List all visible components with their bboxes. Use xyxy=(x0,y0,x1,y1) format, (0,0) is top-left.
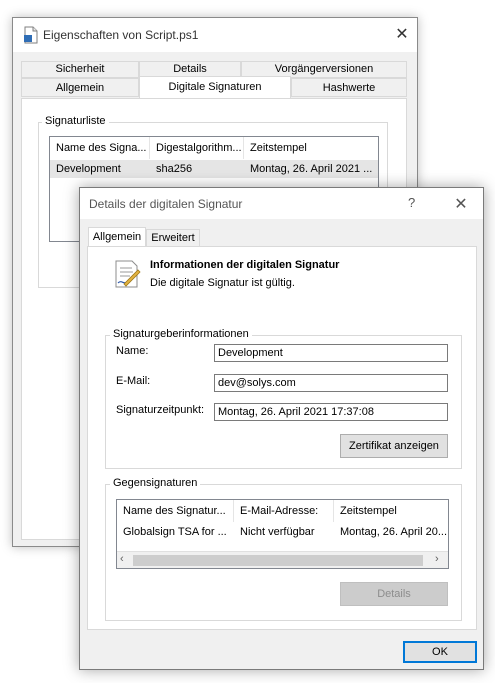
signed-certificate-icon xyxy=(115,260,141,288)
email-label: E-Mail: xyxy=(116,375,151,387)
email-field[interactable]: dev@solys.com xyxy=(214,374,448,392)
signer-info-label: Signaturgeberinformationen xyxy=(110,328,252,340)
details-button[interactable]: Details xyxy=(340,582,448,606)
cell-digest: sha256 xyxy=(156,163,193,175)
tab-label: Hashwerte xyxy=(322,82,376,94)
countersignatures-label: Gegensignaturen xyxy=(110,477,201,489)
info-status: Die digitale Signatur ist gültig. xyxy=(150,277,295,289)
column-header-name[interactable]: Name des Signa... xyxy=(50,137,150,159)
column-header-timestamp[interactable]: Zeitstempel xyxy=(244,137,378,159)
cell-timestamp: Montag, 26. April 2021 ... xyxy=(250,163,373,175)
cell-email: Nicht verfügbar xyxy=(240,526,315,538)
signature-list-label: Signaturliste xyxy=(42,115,109,127)
table-row[interactable]: Development sha256 Montag, 26. April 202… xyxy=(50,160,378,178)
ok-button[interactable]: OK xyxy=(403,641,477,663)
scroll-left-icon[interactable]: ‹ xyxy=(120,553,124,565)
tab-label: Sicherheit xyxy=(55,63,105,75)
column-header-email[interactable]: E-Mail-Adresse: xyxy=(234,500,334,522)
title-bar[interactable]: Eigenschaften von Script.ps1 ✕ xyxy=(13,18,417,52)
window-title: Eigenschaften von Script.ps1 xyxy=(43,28,199,42)
tab-erweitert[interactable]: Erweitert xyxy=(146,229,200,247)
cell-timestamp: Montag, 26. April 20... xyxy=(340,526,448,538)
horizontal-scrollbar[interactable]: ‹ › xyxy=(117,551,448,568)
name-field[interactable]: Development xyxy=(214,344,448,362)
tab-label: Details xyxy=(173,63,207,75)
cell-name: Globalsign TSA for ... xyxy=(123,526,227,538)
tab-panel: Informationen der digitalen Signatur Die… xyxy=(87,246,477,630)
tab-digitale-signaturen[interactable]: Digitale Signaturen xyxy=(139,76,291,99)
table-row[interactable]: Globalsign TSA for ... Nicht verfügbar M… xyxy=(117,523,448,541)
help-icon[interactable]: ? xyxy=(408,195,415,210)
dialog-title: Details der digitalen Signatur xyxy=(89,197,243,211)
document-script-icon xyxy=(24,26,38,44)
name-label: Name: xyxy=(116,345,149,357)
signing-time-field[interactable]: Montag, 26. April 2021 17:37:08 xyxy=(214,403,448,421)
column-header-timestamp[interactable]: Zeitstempel xyxy=(334,500,448,522)
tab-sicherheit[interactable]: Sicherheit xyxy=(21,61,139,78)
tab-hashwerte[interactable]: Hashwerte xyxy=(291,78,407,97)
scroll-thumb[interactable] xyxy=(133,555,423,566)
countersignature-list[interactable]: Name des Signatur... E-Mail-Adresse: Zei… xyxy=(116,499,449,569)
column-header-name[interactable]: Name des Signatur... xyxy=(117,500,234,522)
title-bar[interactable]: Details der digitalen Signatur ? ✕ xyxy=(80,188,483,219)
scroll-right-icon[interactable]: › xyxy=(435,553,439,565)
tab-allgemein[interactable]: Allgemein xyxy=(21,78,139,97)
signing-time-label: Signaturzeitpunkt: xyxy=(116,404,205,416)
tab-label: Allgemein xyxy=(92,231,142,243)
info-heading: Informationen der digitalen Signatur xyxy=(150,259,340,271)
cell-name: Development xyxy=(56,163,121,175)
tab-allgemein[interactable]: Allgemein xyxy=(88,227,146,248)
close-icon[interactable]: ✕ xyxy=(452,194,470,214)
tab-label: Digitale Signaturen xyxy=(168,81,262,93)
column-header-digest[interactable]: Digestalgorithm... xyxy=(150,137,244,159)
signature-details-dialog: Details der digitalen Signatur ? ✕ Allge… xyxy=(79,187,484,670)
tab-label: Erweitert xyxy=(151,232,195,244)
close-icon[interactable]: ✕ xyxy=(393,24,411,44)
view-certificate-button[interactable]: Zertifikat anzeigen xyxy=(340,434,448,458)
tab-label: Allgemein xyxy=(55,82,105,94)
tab-label: Vorgängerversionen xyxy=(274,63,374,75)
